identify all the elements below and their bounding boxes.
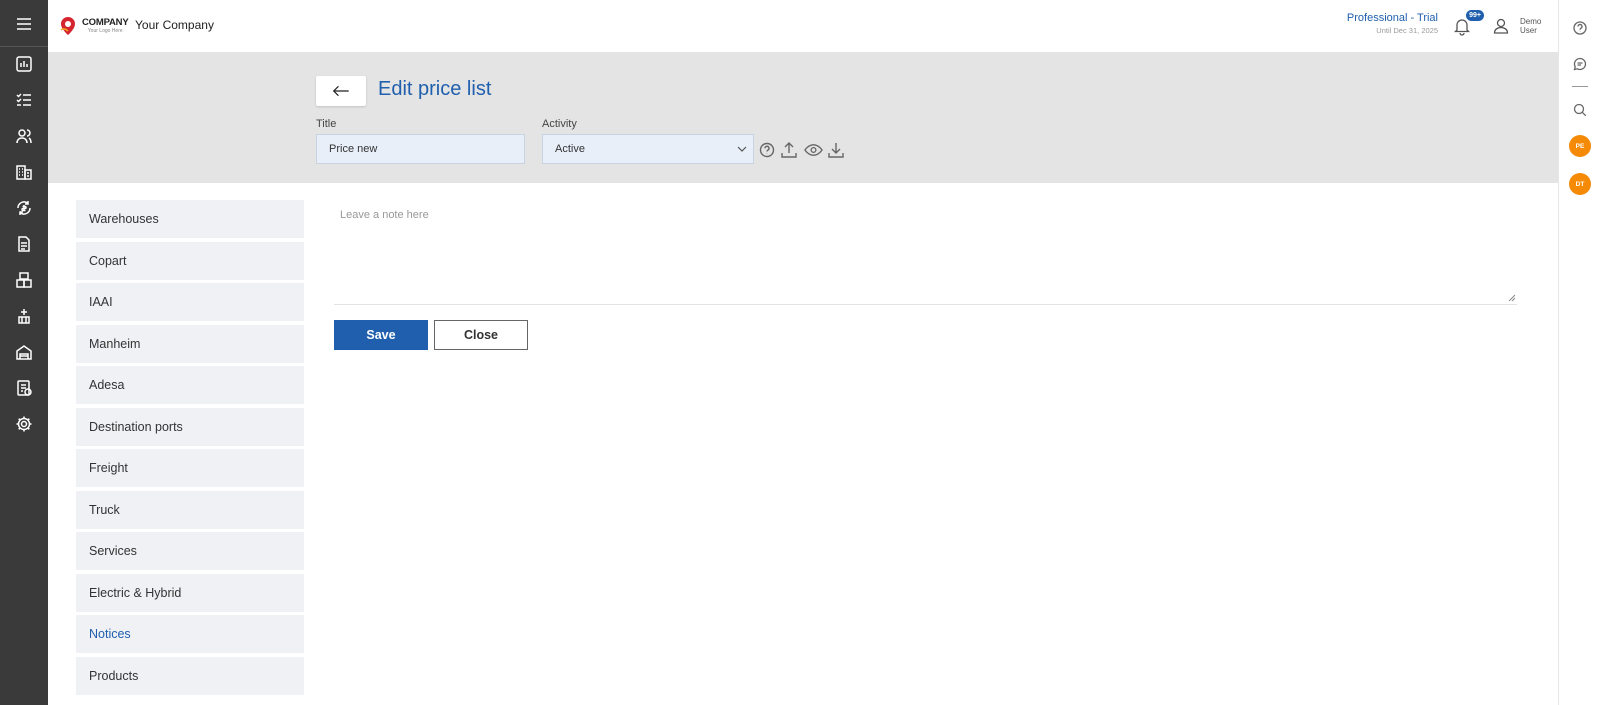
logo-pin-icon — [58, 16, 78, 36]
rail-divider — [1572, 86, 1588, 87]
top-header: COMPANY Your Logo Here Your Company Prof… — [48, 0, 1558, 53]
help-circle-icon[interactable] — [757, 140, 777, 160]
right-rail: PE DT — [1558, 0, 1600, 705]
tab-manheim[interactable]: Manheim — [76, 324, 304, 363]
close-button[interactable]: Close — [434, 320, 528, 350]
boxes-icon[interactable] — [0, 262, 48, 298]
invoice-icon[interactable] — [0, 370, 48, 406]
tab-copart[interactable]: Copart — [76, 241, 304, 280]
note-textarea[interactable]: Leave a note here — [334, 204, 1517, 305]
tab-products[interactable]: Products — [76, 656, 304, 695]
eye-icon[interactable] — [803, 140, 823, 160]
tab-iaai[interactable]: IAAI — [76, 283, 304, 321]
save-button[interactable]: Save — [334, 320, 428, 350]
back-button[interactable] — [316, 76, 366, 106]
user-name[interactable]: Demo User — [1520, 17, 1556, 35]
help-icon[interactable] — [1570, 18, 1590, 38]
building-icon[interactable] — [0, 154, 48, 190]
page-title: Edit price list — [378, 78, 492, 100]
left-sidebar — [0, 0, 48, 705]
plan-info[interactable]: Professional - Trial Until Dec 31, 2025 — [1347, 12, 1438, 35]
activity-label: Activity — [542, 118, 577, 130]
menu-icon[interactable] — [0, 6, 48, 42]
tab-destination-ports[interactable]: Destination ports — [76, 407, 304, 446]
chevron-down-icon — [737, 146, 747, 152]
title-label: Title — [316, 118, 337, 130]
activity-select[interactable]: Active — [542, 134, 754, 164]
section-tabs: Warehouses Copart IAAI Manheim Adesa Des… — [76, 200, 304, 698]
checklist-icon[interactable] — [0, 82, 48, 118]
chat-icon[interactable] — [1570, 54, 1590, 74]
dashboard-chart-icon[interactable] — [0, 46, 48, 82]
plan-name: Professional - Trial — [1346, 12, 1438, 24]
user-icon[interactable] — [1492, 17, 1510, 35]
download-icon[interactable] — [826, 140, 846, 160]
tab-notices[interactable]: Notices — [76, 615, 304, 653]
tab-adesa[interactable]: Adesa — [76, 366, 304, 404]
logo-subtext: Your Logo Here — [87, 27, 123, 34]
document-icon[interactable] — [0, 226, 48, 262]
exchange-icon[interactable] — [0, 190, 48, 226]
tab-warehouses[interactable]: Warehouses — [76, 200, 304, 238]
page-header-band — [48, 53, 1558, 183]
avatar[interactable]: PE — [1569, 135, 1591, 157]
tab-electric-hybrid[interactable]: Electric & Hybrid — [76, 573, 304, 612]
gear-icon[interactable] — [0, 406, 48, 442]
arrow-left-icon — [332, 85, 349, 97]
plan-until: Until Dec 31, 2025 — [1376, 26, 1438, 35]
activity-select-value: Active — [555, 143, 585, 155]
logo-text: COMPANY — [82, 17, 129, 29]
resize-handle-icon[interactable] — [1508, 294, 1516, 302]
crane-icon[interactable] — [0, 298, 48, 334]
tab-freight[interactable]: Freight — [76, 449, 304, 487]
tab-services[interactable]: Services — [76, 532, 304, 570]
warehouse-icon[interactable] — [0, 334, 48, 370]
upload-icon[interactable] — [779, 140, 799, 160]
search-icon[interactable] — [1570, 100, 1590, 120]
avatar[interactable]: DT — [1569, 173, 1591, 195]
title-field[interactable]: Price new — [316, 134, 525, 164]
tab-truck[interactable]: Truck — [76, 490, 304, 529]
company-name: Your Company — [135, 18, 214, 32]
notification-badge: 99+ — [1466, 10, 1484, 21]
contacts-icon[interactable] — [0, 118, 48, 154]
